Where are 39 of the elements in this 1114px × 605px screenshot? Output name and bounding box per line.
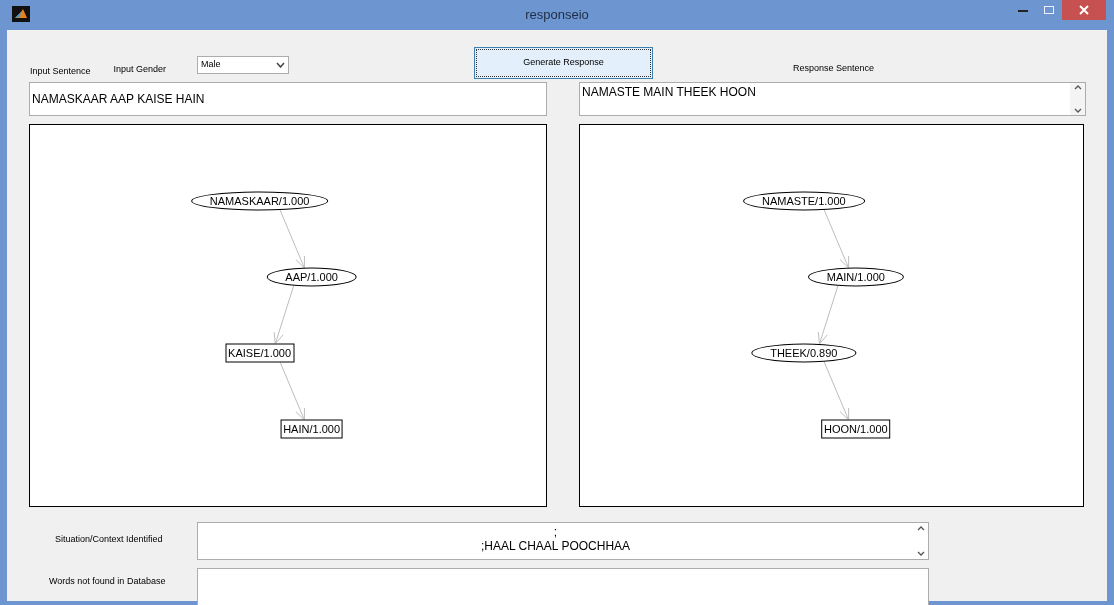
window-title: responseio	[525, 6, 589, 25]
close-icon	[1079, 5, 1089, 15]
ellipse-node: NAMASKAAR/1.000	[190, 191, 329, 211]
input-sentence-label: Input Sentence	[30, 65, 91, 78]
minimize-icon	[1018, 8, 1028, 12]
gender-dropdown[interactable]: Male	[197, 56, 289, 74]
input-sentence-field[interactable]: NAMASKAAR AAP KAISE HAIN	[29, 82, 547, 116]
scroll-down-icon	[1073, 108, 1082, 113]
ellipse-node: THEEK/0.890	[751, 343, 857, 363]
scroll-up-icon	[916, 526, 925, 531]
edge-arrow	[279, 361, 305, 421]
edge-arrow	[817, 285, 839, 345]
edge-arrow	[273, 285, 295, 345]
edge-arrow	[279, 209, 305, 269]
ellipse-node: AAP/1.000	[266, 267, 357, 287]
context-text: ;	[553, 525, 558, 539]
scrollbar[interactable]	[1070, 83, 1085, 115]
box-node: KAISE/1.000	[225, 343, 295, 363]
generate-response-button[interactable]: Generate Response	[474, 47, 653, 79]
scroll-down-icon	[916, 551, 925, 556]
maximize-icon	[1044, 6, 1054, 14]
ellipse-node: NAMASTE/1.000	[742, 191, 865, 211]
box-node: HOON/1.000	[821, 419, 891, 439]
words-not-found-field[interactable]	[197, 568, 929, 605]
response-sentence-label: Response Sentence	[793, 62, 875, 75]
edge-arrow	[823, 209, 850, 269]
words-not-found-label: Words not found in Database	[49, 575, 166, 588]
ellipse-node: MAIN/1.000	[807, 267, 904, 287]
edge-arrow	[823, 361, 850, 421]
scroll-up-icon	[1073, 85, 1082, 90]
app-icon	[12, 6, 30, 22]
context-field[interactable]: ; ;HAAL CHAAL POOCHHAA	[197, 522, 929, 560]
box-node: HAIN/1.000	[280, 419, 344, 439]
context-label: Situation/Context Identified	[55, 533, 163, 546]
close-button[interactable]	[1062, 0, 1106, 20]
chevron-down-icon	[276, 62, 285, 68]
input-gender-label: Input Gender	[113, 63, 167, 76]
response-sentence-field[interactable]: NAMASTE MAIN THEEK HOON	[579, 82, 1086, 116]
context-text: ;HAAL CHAAL POOCHHAA	[480, 539, 631, 553]
